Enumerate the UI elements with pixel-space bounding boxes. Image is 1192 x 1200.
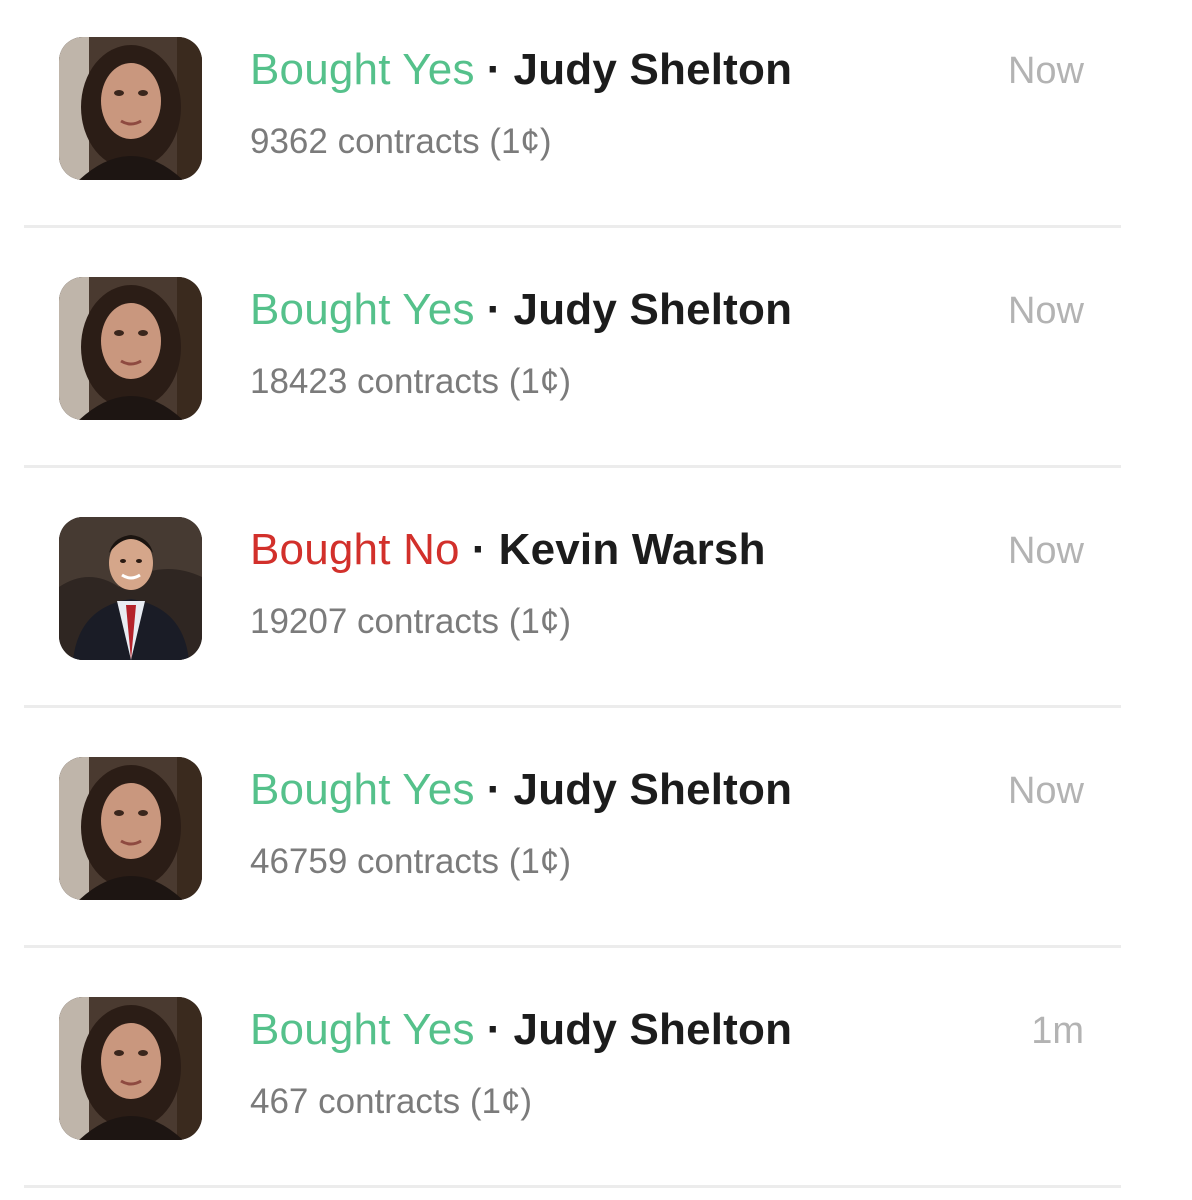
separator-dot: · <box>486 45 502 94</box>
trade-headline: Bought Yes · Judy Shelton <box>250 764 792 816</box>
timestamp: Now <box>1007 530 1084 572</box>
candidate-name: Judy Shelton <box>513 765 793 814</box>
avatar-judy-shelton <box>59 37 202 180</box>
row-divider <box>24 705 1121 708</box>
row-divider <box>24 465 1121 468</box>
contracts-detail: 467 contracts (1¢) <box>250 1082 533 1121</box>
trade-headline: Bought Yes · Judy Shelton <box>250 1004 792 1056</box>
judy-shelton-photo <box>59 997 202 1140</box>
row-divider <box>24 945 1121 948</box>
contracts-detail: 46759 contracts (1¢) <box>250 842 572 881</box>
action-label: Bought Yes <box>250 765 475 814</box>
action-label: Bought Yes <box>250 285 475 334</box>
timestamp: Now <box>1007 770 1084 812</box>
action-label: Bought Yes <box>250 1005 475 1054</box>
trade-row[interactable]: Bought Yes · Judy Shelton 467 contracts (1… <box>0 960 1192 1200</box>
separator-dot: · <box>486 285 502 334</box>
trade-headline: Bought No · Kevin Warsh <box>250 524 766 576</box>
timestamp: Now <box>1007 50 1084 92</box>
judy-shelton-photo <box>59 37 202 180</box>
judy-shelton-photo <box>59 757 202 900</box>
trade-row[interactable]: Bought Yes · Judy Shelton 18423 contracts … <box>0 240 1192 480</box>
contracts-detail: 9362 contracts (1¢) <box>250 122 552 161</box>
trade-row[interactable]: Bought No · Kevin Warsh 19207 contracts (1… <box>0 480 1192 720</box>
separator-dot: · <box>486 765 502 814</box>
row-divider <box>24 225 1121 228</box>
avatar-judy-shelton <box>59 277 202 420</box>
timestamp: Now <box>1007 290 1084 332</box>
candidate-name: Judy Shelton <box>513 1005 793 1054</box>
judy-shelton-photo <box>59 277 202 420</box>
action-label: Bought Yes <box>250 45 475 94</box>
avatar-judy-shelton <box>59 997 202 1140</box>
trade-headline: Bought Yes · Judy Shelton <box>250 284 792 336</box>
contracts-detail: 19207 contracts (1¢) <box>250 602 572 641</box>
candidate-name: Kevin Warsh <box>498 525 766 574</box>
contracts-detail: 18423 contracts (1¢) <box>250 362 572 401</box>
trade-row[interactable]: Bought Yes · Judy Shelton 46759 contracts … <box>0 720 1192 960</box>
row-divider <box>24 1185 1121 1188</box>
trade-row[interactable]: Bought Yes · Judy Shelton 9362 contracts (… <box>0 0 1192 240</box>
candidate-name: Judy Shelton <box>513 45 793 94</box>
candidate-name: Judy Shelton <box>513 285 793 334</box>
trade-headline: Bought Yes · Judy Shelton <box>250 44 792 96</box>
avatar-kevin-warsh <box>59 517 202 660</box>
kevin-warsh-photo <box>59 517 202 660</box>
separator-dot: · <box>486 1005 502 1054</box>
action-label: Bought No <box>250 525 460 574</box>
timestamp: 1m <box>1031 1010 1084 1052</box>
avatar-judy-shelton <box>59 757 202 900</box>
separator-dot: · <box>471 525 487 574</box>
